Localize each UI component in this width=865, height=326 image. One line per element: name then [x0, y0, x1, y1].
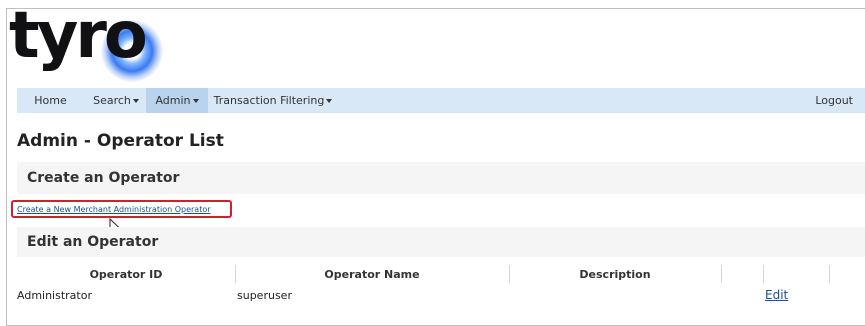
nav-search-label: Search: [93, 94, 131, 107]
nav-logout[interactable]: Logout: [815, 88, 853, 113]
cell-operator-id: Administrator: [17, 289, 92, 302]
main-nav: Home Search Admin Transaction Filtering …: [17, 88, 865, 113]
nav-logout-label: Logout: [815, 94, 853, 107]
column-divider: [829, 265, 830, 283]
column-header-operator-name[interactable]: Operator Name: [292, 268, 452, 281]
create-operator-link[interactable]: Create a New Merchant Administration Ope…: [17, 205, 211, 214]
create-operator-section: Create an Operator: [17, 162, 865, 194]
dropdown-caret-icon: [326, 99, 333, 103]
column-divider: [721, 265, 722, 283]
nav-home-label: Home: [34, 94, 67, 107]
dropdown-caret-icon: [192, 99, 199, 103]
page-title: Admin - Operator List: [17, 131, 224, 151]
nav-transaction-filtering-label: Transaction Filtering: [213, 94, 325, 107]
column-divider: [235, 265, 236, 283]
logo-text: tyro: [9, 0, 148, 73]
nav-transaction-filtering[interactable]: Transaction Filtering: [212, 88, 334, 113]
edit-operator-link[interactable]: Edit: [765, 288, 788, 302]
create-operator-heading: Create an Operator: [27, 170, 180, 186]
tyro-logo[interactable]: tyro: [9, 4, 169, 86]
column-header-operator-id[interactable]: Operator ID: [44, 268, 208, 281]
edit-operator-heading: Edit an Operator: [27, 234, 159, 250]
column-divider: [763, 265, 764, 283]
nav-home[interactable]: Home: [17, 88, 84, 113]
cell-operator-name: superuser: [237, 289, 292, 302]
nav-admin-label: Admin: [155, 94, 191, 107]
edit-operator-section: Edit an Operator: [17, 227, 865, 257]
nav-admin[interactable]: Admin: [146, 88, 208, 113]
dropdown-caret-icon: [132, 99, 139, 103]
column-divider: [509, 265, 510, 283]
nav-search[interactable]: Search: [85, 88, 147, 113]
column-header-description[interactable]: Description: [550, 268, 680, 281]
